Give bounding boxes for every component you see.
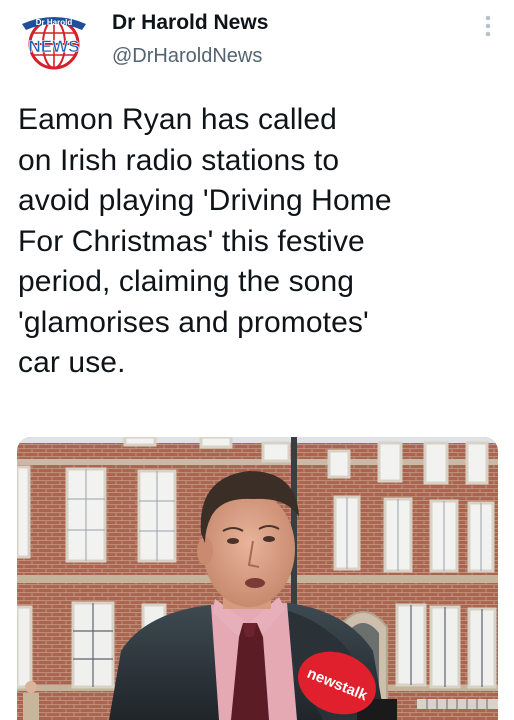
more-options-button[interactable] — [476, 12, 500, 40]
tweet-text: Eamon Ryan has called on Irish radio sta… — [18, 103, 392, 379]
avatar[interactable]: Dr Harold NEWS — [14, 6, 94, 72]
tweet-card: Dr Harold NEWS Dr Harold News @DrHaroldN… — [0, 0, 514, 720]
author-handle[interactable]: @DrHaroldNews — [112, 44, 268, 68]
photo-man-outside-building: newstalk — [17, 437, 498, 720]
dr-harold-news-logo-icon: Dr Harold NEWS — [22, 17, 86, 70]
avatar-top-text: Dr Harold — [36, 18, 73, 27]
more-vertical-icon — [485, 15, 491, 37]
author-display-name[interactable]: Dr Harold News — [112, 10, 268, 36]
tweet-header: Dr Harold NEWS Dr Harold News @DrHaroldN… — [0, 0, 514, 90]
tweet-media-photo[interactable]: newstalk — [17, 437, 498, 720]
author-info: Dr Harold News @DrHaroldNews — [112, 10, 268, 68]
avatar-main-text: NEWS — [29, 37, 80, 56]
